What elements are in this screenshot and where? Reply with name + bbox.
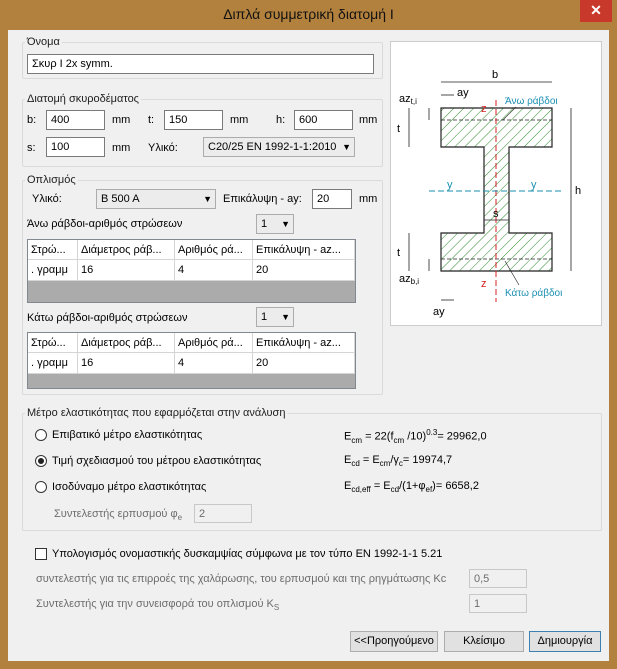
- bottom-bars-table[interactable]: Στρώ... Διάμετρος ράβ... Αριθμός ρά... Ε…: [27, 332, 356, 389]
- top-bars-table[interactable]: Στρώ... Διάμετρος ράβ... Αριθμός ρά... Ε…: [27, 239, 356, 303]
- radio-design-modulus[interactable]: [35, 455, 47, 467]
- column-header[interactable]: Αριθμός ρά...: [175, 240, 253, 260]
- concrete-material-label: Υλικό:: [148, 142, 178, 154]
- table-cell[interactable]: 16: [78, 353, 175, 374]
- ks-input[interactable]: 1: [469, 594, 527, 613]
- y-label-left: y: [447, 179, 453, 191]
- bottom-layers-label: Κάτω ράβδοι-αριθμός στρώσεων: [27, 312, 188, 324]
- s-input[interactable]: 100: [46, 137, 105, 157]
- b-unit: mm: [112, 114, 131, 126]
- close-window-button[interactable]: ✕: [580, 0, 612, 22]
- az-top-label: azt,i: [399, 93, 417, 106]
- top-layers-label: Άνω ράβδοι-αριθμός στρώσεων: [27, 218, 183, 230]
- name-group-title: Όνομα: [25, 36, 62, 48]
- table-cell[interactable]: 20: [253, 260, 355, 281]
- t-unit: mm: [230, 114, 249, 126]
- concrete-material-value: C20/25 EN 1992-1-1:2010: [208, 141, 337, 153]
- table-cell[interactable]: 4: [175, 260, 253, 281]
- y-label-right: y: [531, 179, 537, 191]
- bottom-layers-value: 1: [261, 311, 268, 323]
- chevron-down-icon: ▼: [203, 194, 212, 204]
- column-header[interactable]: Αριθμός ρά...: [175, 333, 253, 353]
- table-cell[interactable]: . γραμμ: [28, 353, 78, 374]
- cover-unit: mm: [359, 193, 378, 205]
- concrete-material-select[interactable]: C20/25 EN 1992-1-1:2010 ▼: [203, 137, 355, 157]
- h-input[interactable]: 600: [294, 110, 353, 130]
- kc-input[interactable]: 0,5: [469, 569, 527, 588]
- formula-mean: Ecm = 22(fcm /10)0.3= 29962,0: [344, 428, 487, 445]
- previous-button[interactable]: <<Προηγούμενο: [350, 631, 438, 652]
- cover-label: Επικάλυψη - ay:: [223, 193, 302, 205]
- create-button[interactable]: Δημιουργία: [529, 631, 601, 652]
- creep-label: Συντελεστής ερπυσμού φe: [54, 508, 183, 523]
- reinf-material-label: Υλικό:: [32, 193, 62, 205]
- top-layers-value: 1: [261, 218, 268, 230]
- az-bottom-label: azb,i: [399, 273, 419, 286]
- column-header[interactable]: Διάμετρος ράβ...: [78, 240, 175, 260]
- radio-mean-modulus[interactable]: [35, 429, 47, 441]
- t-bottom-label: t: [397, 247, 400, 259]
- reinf-material-value: B 500 A: [101, 193, 140, 205]
- cover-input[interactable]: 20: [312, 189, 352, 209]
- z-label-top: z: [481, 103, 487, 115]
- bottom-layers-select[interactable]: 1 ▼: [256, 307, 294, 327]
- top-layers-select[interactable]: 1 ▼: [256, 214, 294, 234]
- reinf-material-select[interactable]: B 500 A ▼: [96, 189, 216, 209]
- stiffness-checkbox[interactable]: [35, 548, 47, 560]
- b-label: b:: [27, 114, 37, 126]
- table-cell[interactable]: 16: [78, 260, 175, 281]
- window-title: Διπλά συμμετρική διατομή I: [223, 6, 394, 22]
- cross-section-diagram: z z y y b ay azt,i Άνω ράβδοι t t h s az…: [390, 41, 602, 326]
- formula-effective: Ecd,eff = Ecd/(1+φef)= 6658,2: [344, 480, 479, 495]
- s-label: s:: [27, 142, 36, 154]
- table-cell[interactable]: . γραμμ: [28, 260, 78, 281]
- ay-bottom-label: ay: [433, 306, 445, 318]
- s-unit: mm: [112, 142, 131, 154]
- h-unit: mm: [359, 114, 378, 126]
- t-label: t:: [148, 114, 155, 126]
- radio-effective-modulus-label[interactable]: Ισοδύναμο μέτρο ελαστικότητας: [52, 481, 206, 493]
- b-label: b: [492, 69, 498, 81]
- reinforcement-group-title: Οπλισμός: [25, 174, 78, 186]
- column-header[interactable]: Επικάλυψη - az...: [253, 240, 355, 260]
- column-header[interactable]: Επικάλυψη - az...: [253, 333, 355, 353]
- kc-label: συντελεστής για τις επιρροές της χαλάρωσ…: [36, 573, 447, 585]
- z-label-bottom: z: [481, 278, 487, 290]
- i-section-drawing: z z y y b ay azt,i Άνω ράβδοι t t h s az…: [397, 69, 581, 318]
- s-label: s: [493, 208, 499, 220]
- close-button[interactable]: Κλείσιμο: [444, 631, 524, 652]
- column-header[interactable]: Στρώ...: [28, 333, 78, 353]
- radio-effective-modulus[interactable]: [35, 481, 47, 493]
- dialog-client: Όνομα Σκυρ Ι 2x symm. Διατομή σκυροδέματ…: [8, 30, 609, 661]
- t-input[interactable]: 150: [164, 110, 223, 130]
- chevron-down-icon: ▼: [281, 312, 290, 322]
- radio-mean-modulus-label[interactable]: Επιβατικό μέτρο ελαστικότητας: [52, 429, 202, 441]
- top-bars-label: Άνω ράβδοι: [505, 95, 558, 107]
- table-cell[interactable]: 4: [175, 353, 253, 374]
- stiffness-checkbox-label[interactable]: Υπολογισμός ονομαστικής δυσκαμψίας σύμφω…: [52, 548, 442, 560]
- chevron-down-icon: ▼: [281, 219, 290, 229]
- creep-input[interactable]: 2: [194, 504, 252, 523]
- radio-design-modulus-label[interactable]: Τιμή σχεδιασμού του μέτρου ελαστικότητας: [52, 455, 261, 467]
- table-cell[interactable]: 20: [253, 353, 355, 374]
- h-label: h:: [276, 114, 286, 126]
- column-header[interactable]: Διάμετρος ράβ...: [78, 333, 175, 353]
- elasticity-group-title: Μέτρο ελαστικότητας που εφαρμόζεται στην…: [25, 407, 288, 419]
- bottom-bars-label: Κάτω ράβδοι: [505, 287, 562, 299]
- ks-label: Συντελεστής για την συνεισφορά του οπλισ…: [36, 598, 280, 613]
- name-input[interactable]: Σκυρ Ι 2x symm.: [27, 54, 374, 74]
- b-input[interactable]: 400: [46, 110, 105, 130]
- concrete-group-title: Διατομή σκυροδέματος: [25, 93, 141, 105]
- formula-design: Ecd = Ecm/γc= 19974,7: [344, 454, 453, 469]
- t-top-label: t: [397, 123, 400, 135]
- h-label: h: [575, 185, 581, 197]
- ay-top-label: ay: [457, 87, 469, 99]
- column-header[interactable]: Στρώ...: [28, 240, 78, 260]
- radio-selected-dot: [38, 458, 44, 464]
- chevron-down-icon: ▼: [342, 142, 351, 152]
